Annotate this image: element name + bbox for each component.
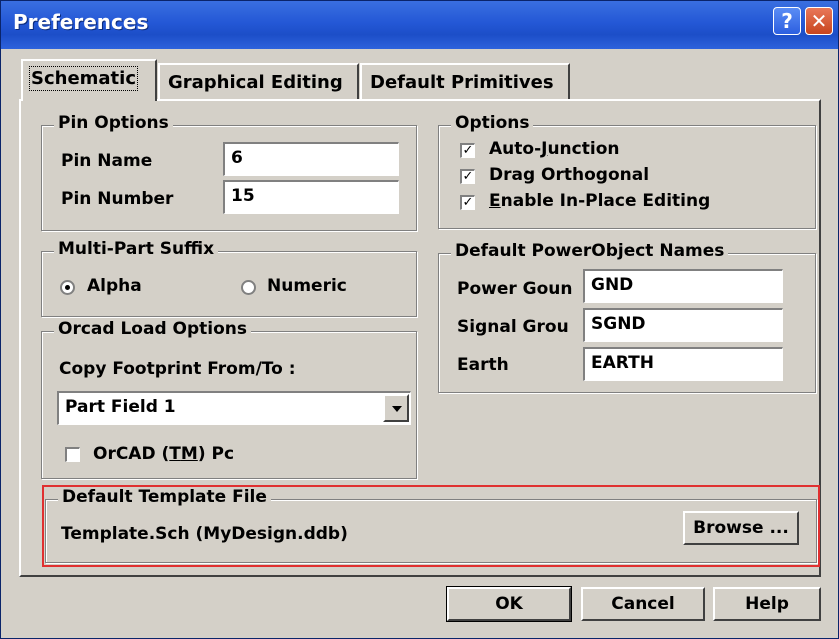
default-power-names-legend: Default PowerObject Names bbox=[451, 241, 729, 261]
tab-default-primitives-label: Default Primitives bbox=[370, 72, 554, 93]
alpha-radio[interactable] bbox=[60, 280, 75, 295]
pin-options-legend: Pin Options bbox=[54, 113, 173, 133]
drag-orthogonal-label[interactable]: Drag Orthogonal bbox=[489, 165, 649, 185]
tab-schematic[interactable]: Schematic bbox=[21, 59, 157, 101]
enable-inplace-editing-checkbox[interactable]: ✓ bbox=[460, 195, 475, 210]
highlight-box bbox=[42, 485, 820, 567]
power-ground-input[interactable]: GND bbox=[583, 269, 783, 303]
tab-default-primitives[interactable]: Default Primitives bbox=[360, 63, 570, 99]
tab-graphical-editing[interactable]: Graphical Editing bbox=[158, 63, 359, 99]
pin-name-input[interactable]: 6 bbox=[223, 142, 399, 176]
alpha-label[interactable]: Alpha bbox=[87, 276, 142, 296]
check-icon: ✓ bbox=[462, 169, 474, 184]
enable-inplace-editing-label[interactable]: Enable In-Place Editing bbox=[489, 191, 710, 211]
auto-junction-checkbox[interactable]: ✓ bbox=[460, 143, 475, 158]
tab-schematic-label: Schematic bbox=[28, 66, 139, 91]
help-title-button[interactable]: ? bbox=[773, 7, 801, 35]
copy-footprint-value: Part Field 1 bbox=[65, 397, 176, 417]
copy-footprint-label: Copy Footprint From/To : bbox=[59, 359, 296, 379]
close-button[interactable]: ✕ bbox=[805, 7, 833, 35]
pin-name-label: Pin Name bbox=[61, 151, 153, 171]
earth-label: Earth bbox=[457, 355, 509, 375]
copy-footprint-select[interactable]: Part Field 1 bbox=[57, 391, 411, 425]
preferences-dialog: Preferences ? ✕ Schematic Graphical Edit… bbox=[0, 0, 839, 639]
numeric-label[interactable]: Numeric bbox=[267, 276, 347, 296]
multi-part-suffix-legend: Multi-Part Suffix bbox=[54, 239, 219, 259]
check-icon: ✓ bbox=[462, 143, 474, 158]
window-title: Preferences bbox=[13, 10, 149, 34]
pin-options-group: Pin Options bbox=[41, 113, 417, 231]
tab-graphical-editing-label: Graphical Editing bbox=[168, 72, 343, 93]
pin-number-input[interactable]: 15 bbox=[223, 180, 399, 214]
numeric-radio[interactable] bbox=[241, 280, 256, 295]
signal-ground-input[interactable]: SGND bbox=[583, 308, 783, 342]
auto-junction-label[interactable]: Auto-Junction bbox=[489, 139, 619, 159]
radio-dot-icon bbox=[65, 285, 70, 290]
cancel-button[interactable]: Cancel bbox=[581, 587, 705, 621]
orcad-load-options-legend: Orcad Load Options bbox=[54, 319, 252, 339]
check-icon: ✓ bbox=[462, 195, 474, 210]
signal-ground-label: Signal Grou bbox=[457, 317, 569, 337]
pin-number-label: Pin Number bbox=[61, 189, 174, 209]
options-legend: Options bbox=[451, 113, 534, 133]
question-icon: ? bbox=[781, 9, 793, 33]
chevron-down-icon[interactable] bbox=[383, 394, 409, 422]
title-bar[interactable]: Preferences ? ✕ bbox=[1, 1, 838, 49]
help-button[interactable]: Help bbox=[713, 587, 821, 621]
ok-button[interactable]: OK bbox=[446, 586, 572, 622]
earth-input[interactable]: EARTH bbox=[583, 347, 783, 381]
orcad-ports-checkbox[interactable] bbox=[65, 447, 80, 462]
orcad-ports-label[interactable]: OrCAD (TM) Pc bbox=[93, 444, 234, 464]
drag-orthogonal-checkbox[interactable]: ✓ bbox=[460, 169, 475, 184]
power-ground-label: Power Goun bbox=[457, 279, 573, 299]
close-icon: ✕ bbox=[810, 9, 828, 33]
